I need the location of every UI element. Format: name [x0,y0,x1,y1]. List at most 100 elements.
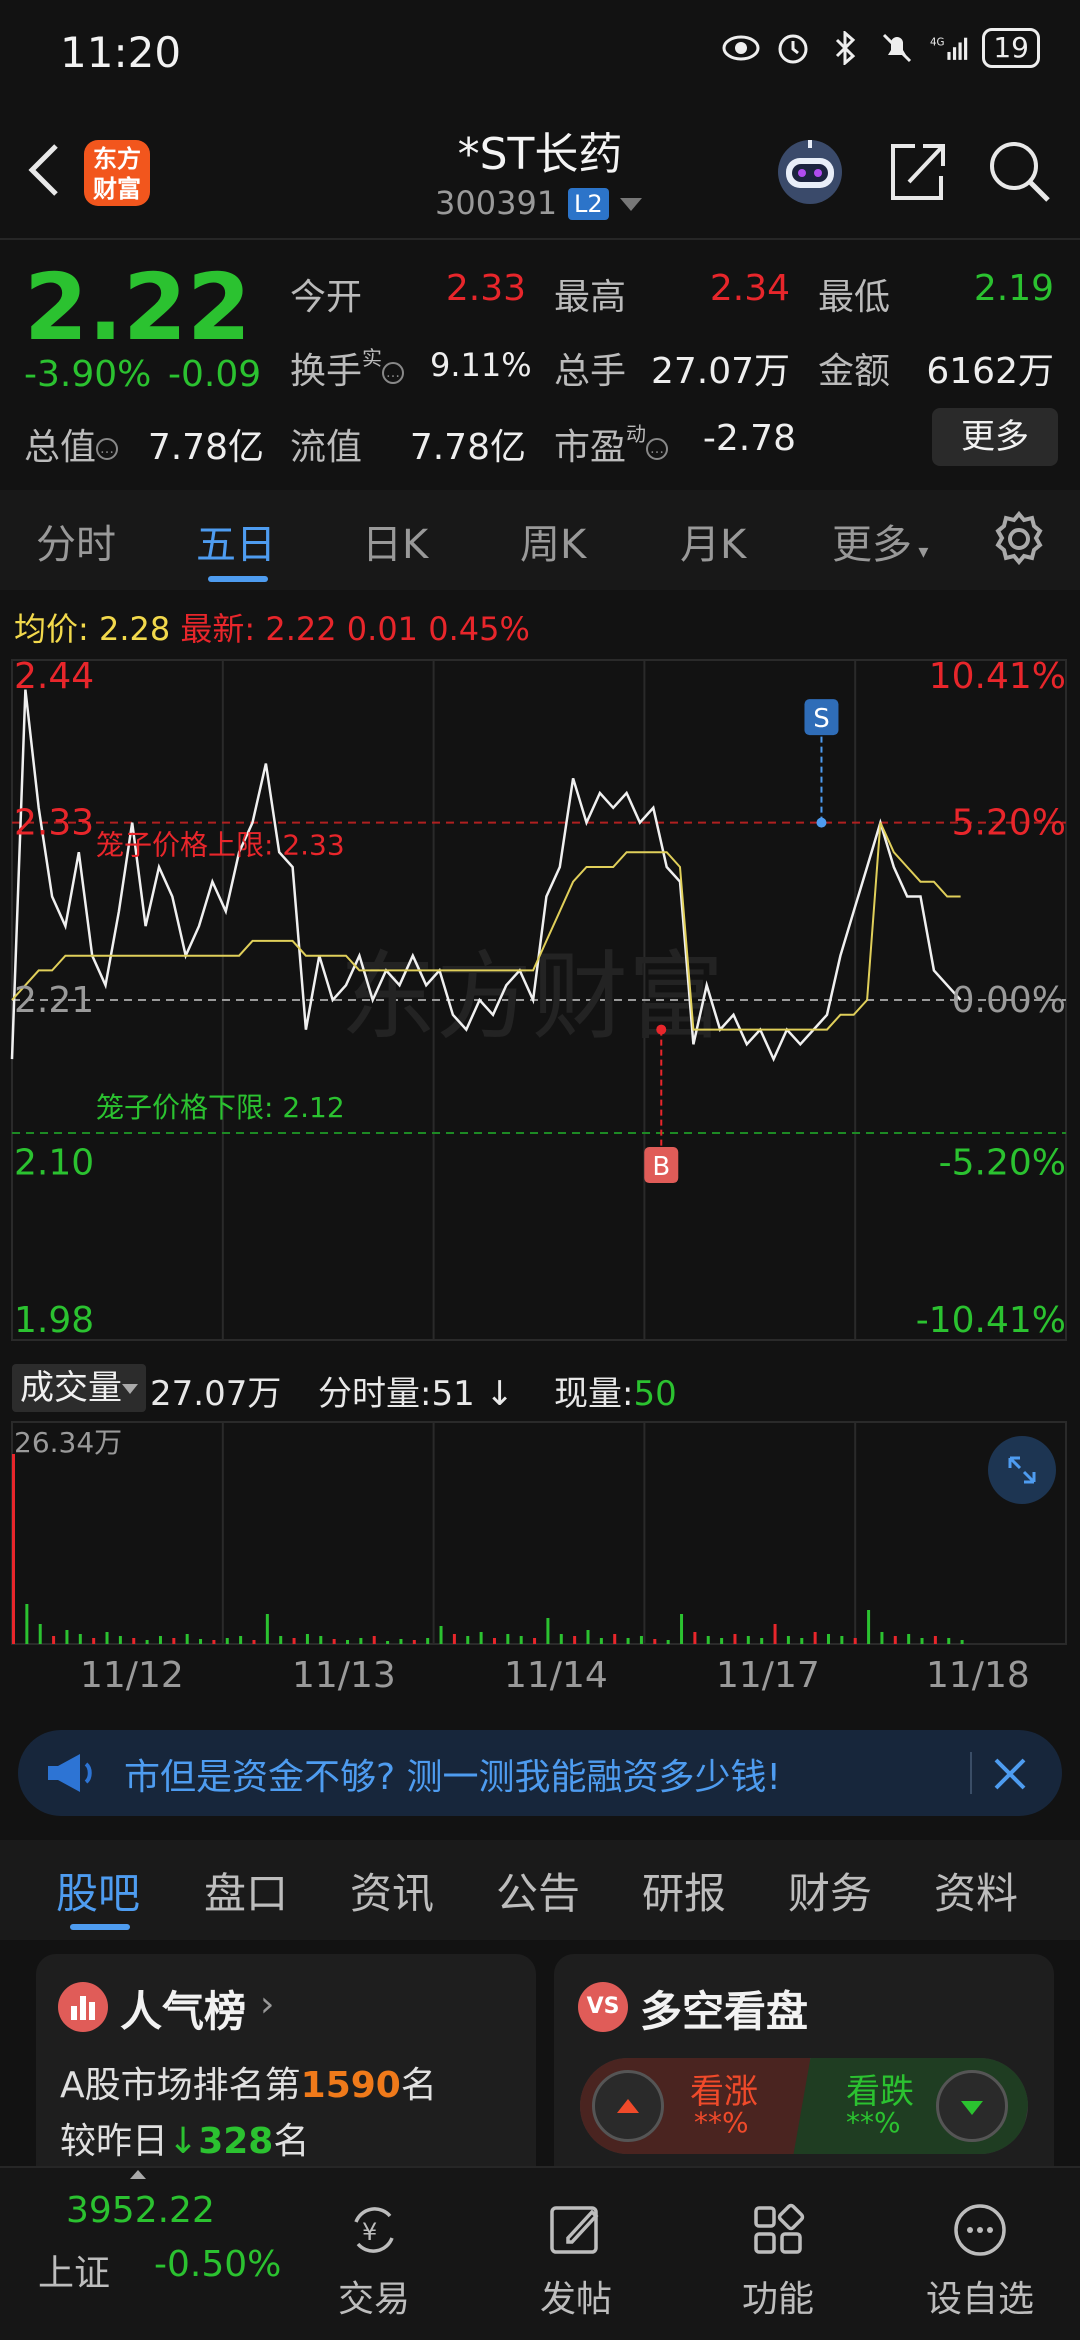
tab-order-book[interactable]: 盘口 [204,1860,288,1921]
bullish-value: **% [694,2106,749,2139]
robot-assistant-icon[interactable] [770,130,850,210]
buy-marker-text: B [652,1152,670,1182]
volume-bar [25,1604,29,1644]
open-label: 今开 [290,277,363,318]
tab-daily-k[interactable]: 日K [362,512,428,570]
volume-bar [653,1639,657,1644]
popularity-title: 人气榜 [120,1987,247,2036]
close-icon[interactable] [990,1754,1030,1794]
volume-bar [546,1618,550,1644]
volume-bar [319,1636,323,1644]
volume-bar [840,1636,844,1644]
volume-bar [960,1640,964,1644]
tab-financials[interactable]: 财务 [788,1860,872,1921]
mute-icon [878,29,916,67]
rank-change: 较昨日↓328名 [60,2121,310,2162]
high-value: 2.34 [709,268,790,309]
volume-bar [907,1634,911,1644]
tab-more[interactable]: 更多 ▾ [832,512,928,570]
tab-guba[interactable]: 股吧 [56,1860,140,1921]
divider [0,238,1080,240]
volume-bar [559,1634,563,1644]
y-tick-right: -5.20% [939,1143,1066,1184]
volume-bar [52,1636,56,1644]
gear-icon[interactable] [990,510,1048,568]
volume-total: 27.07万 [150,1374,282,1414]
y-tick-left: 2.33 [14,803,94,844]
volume-bar [158,1636,162,1644]
nav-trade[interactable]: ¥ 交易 [314,2200,434,2322]
tab-announcements[interactable]: 公告 [496,1860,580,1921]
volume-bar [78,1634,82,1644]
arrow-down-icon: ↓ [168,2121,199,2162]
volume-bar [893,1636,897,1644]
volume-label: 总手 [554,351,627,392]
volume-bar [533,1638,537,1644]
share-icon[interactable] [885,140,949,204]
sell-marker-dot [816,817,827,828]
volume-bar [773,1624,777,1644]
more-button[interactable]: 更多 [932,408,1058,466]
alarm-icon [774,29,812,67]
grid-icon [748,2200,808,2260]
tab-indicator [208,576,268,582]
volume-bar [880,1632,884,1644]
index-name[interactable]: 上证 [38,2244,110,2296]
tab-news[interactable]: 资讯 [350,1860,434,1921]
vote-up-button[interactable] [592,2070,664,2142]
chevron-right-icon[interactable]: › [260,1984,274,2025]
sell-marker-text: S [813,704,830,734]
volume-bar [826,1634,830,1644]
price-chart[interactable]: 东方财富 2.442.332.212.101.9810.41%5.20%0.00… [0,650,1080,1360]
divider [970,1752,972,1794]
volume-bar [359,1638,363,1644]
vote-down-button[interactable] [936,2070,1008,2142]
market-rank: A股市场排名第1590名 [60,2065,437,2106]
volume-bar [746,1636,750,1644]
info-icon: … [96,438,119,460]
y-tick-right: 0.00% [952,980,1066,1021]
volume-bar [65,1630,69,1644]
volume-bar [613,1634,617,1644]
volume-bar [599,1638,603,1644]
volume-bar [519,1636,523,1644]
stock-code[interactable]: 300391 [435,184,557,222]
info-icon: … [646,438,669,460]
bearish-value: **% [846,2106,901,2139]
volume-value: 27.07万 [650,351,790,392]
nav-watchlist[interactable]: 设自选 [920,2200,1040,2322]
volume-bar [426,1638,430,1644]
y-tick-right: -10.41% [916,1300,1066,1341]
nav-post[interactable]: 发帖 [516,2200,636,2322]
eye-icon [722,29,760,67]
tab-weekly-k[interactable]: 周K [520,512,586,570]
upper-limit-label: 笼子价格上限: 2.33 [96,829,345,862]
volume-bar [466,1636,470,1644]
signal-icon: 4G [930,29,968,67]
banner-text[interactable]: 市但是资金不够? 测一测我能融资多少钱! [124,1748,781,1800]
chevron-down-icon[interactable] [620,198,642,211]
y-tick-left: 2.21 [14,980,94,1021]
volume-bar [38,1624,42,1644]
chevron-up-icon[interactable] [130,2170,146,2179]
volume-indicator-select[interactable]: 成交量 [12,1364,146,1412]
mktcap-label: 总值… [24,418,119,470]
index-value[interactable]: 3952.22 [66,2190,215,2231]
vs-icon: VS [578,1982,628,2032]
search-icon[interactable] [986,138,1052,204]
pe-label: 市盈动… [554,418,669,470]
tab-intraday[interactable]: 分时 [36,512,116,570]
nav-functions[interactable]: 功能 [718,2200,838,2322]
volume-bar [105,1632,109,1644]
volume-bar [760,1638,764,1644]
volume-bar [265,1614,269,1644]
expand-icon[interactable] [988,1436,1056,1504]
tab-five-day[interactable]: 五日 [196,512,276,570]
volume-bar [386,1641,390,1644]
volume-bar [639,1636,643,1644]
tab-profile[interactable]: 资料 [934,1860,1018,1921]
tab-research[interactable]: 研报 [642,1860,726,1921]
volume-bar [506,1634,510,1644]
volume-bar [786,1636,790,1644]
tab-monthly-k[interactable]: 月K [680,512,746,570]
